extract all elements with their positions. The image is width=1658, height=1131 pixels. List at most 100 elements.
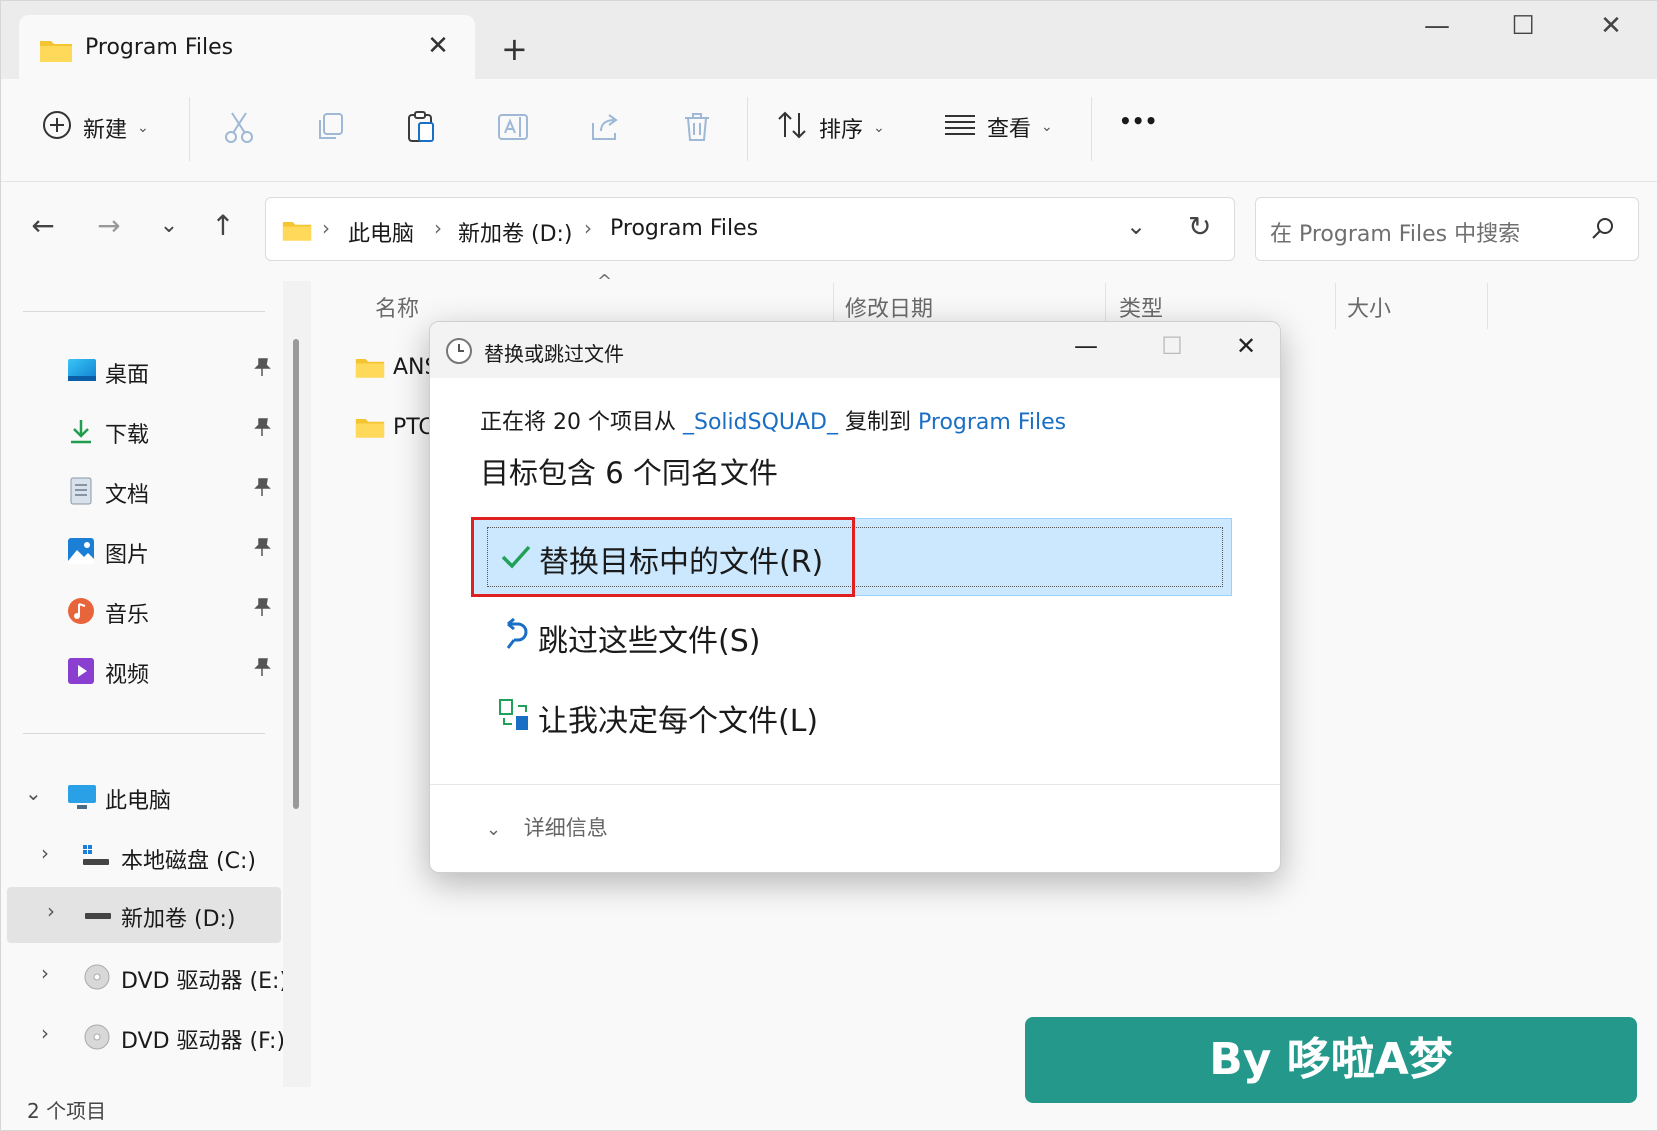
destination-link[interactable]: Program Files [918, 410, 1066, 435]
dvd-drive-icon [83, 1023, 111, 1051]
delete-icon[interactable] [679, 109, 719, 149]
command-bar: 新建 ⌄ 排序 ⌄ 查看 ⌄ ••• [1, 79, 1657, 182]
pin-icon [253, 657, 271, 682]
sidebar-item-drive-d[interactable]: › 新加卷 (D:) [7, 887, 281, 943]
sidebar-item-label: DVD 驱动器 (F:) [121, 1029, 286, 1054]
pin-icon [253, 357, 271, 382]
sort-indicator-icon: ^ [597, 271, 613, 292]
copy-prefix: 正在将 20 个项目从 [480, 410, 676, 435]
breadcrumb-separator: › [584, 216, 592, 240]
column-header-type[interactable]: 类型 [1119, 291, 1163, 323]
back-arrow-icon[interactable]: ← [23, 209, 63, 242]
column-divider[interactable] [1487, 283, 1488, 329]
status-item-count: 2 个项目 [27, 1099, 107, 1123]
new-tab-button[interactable]: + [501, 29, 528, 69]
dvd-drive-icon [83, 963, 111, 991]
breadcrumb-separator: › [322, 216, 330, 240]
up-arrow-icon[interactable]: ↑ [203, 209, 243, 242]
toolbar-divider [747, 97, 748, 161]
source-link[interactable]: _SolidSQUAD_ [683, 410, 838, 435]
new-button[interactable]: 新建 ⌄ [41, 109, 149, 147]
dialog-minimize-button[interactable]: — [1056, 332, 1116, 360]
video-icon [67, 657, 95, 685]
view-list-icon [943, 109, 977, 145]
sidebar-item-downloads[interactable]: 下载 [1, 403, 281, 459]
skip-files-option[interactable]: 跳过这些文件(S) [480, 598, 1240, 676]
sidebar-item-drive-c[interactable]: › 本地磁盘 (C:) [1, 829, 281, 885]
search-box[interactable]: 在 Program Files 中搜索 [1255, 197, 1639, 261]
expand-chevron-icon[interactable]: › [41, 961, 49, 985]
dialog-divider [430, 784, 1280, 785]
copy-mid: 复制到 [844, 410, 911, 435]
expand-chevron-icon[interactable]: › [41, 1021, 49, 1045]
sort-button[interactable]: 排序 ⌄ [775, 109, 885, 147]
maximize-button[interactable]: ☐ [1493, 11, 1553, 41]
folder-icon [355, 355, 385, 385]
refresh-icon[interactable]: ↻ [1188, 210, 1211, 243]
sidebar-item-music[interactable]: 音乐 [1, 583, 281, 639]
column-header-size[interactable]: 大小 [1347, 291, 1391, 323]
sidebar-item-this-pc[interactable]: ⌄ 此电脑 [1, 769, 281, 825]
chevron-down-icon: ⌄ [137, 120, 149, 136]
option-label: 跳过这些文件(S) [538, 624, 761, 659]
sidebar-item-label: 下载 [105, 423, 150, 448]
expand-chevron-icon[interactable]: › [41, 841, 49, 865]
expand-chevron-icon[interactable]: › [47, 899, 55, 923]
decide-each-file-option[interactable]: 让我决定每个文件(L) [480, 678, 1240, 756]
rename-icon[interactable] [495, 109, 535, 149]
close-window-button[interactable]: ✕ [1581, 11, 1641, 41]
tab-program-files[interactable]: Program Files ✕ [19, 15, 475, 79]
sidebar-item-drive-f[interactable]: › DVD 驱动器 (F:) [1, 1009, 285, 1065]
pin-icon [253, 417, 271, 442]
cut-icon[interactable] [221, 109, 261, 149]
share-icon[interactable] [587, 109, 627, 149]
sidebar-scrollbar-thumb[interactable] [293, 339, 299, 809]
sidebar-item-label: 文档 [105, 483, 150, 508]
folder-icon [355, 415, 385, 445]
undo-arrow-icon [498, 617, 532, 652]
chevron-down-icon: ⌄ [486, 819, 502, 840]
sidebar-item-videos[interactable]: 视频 [1, 643, 281, 699]
recent-locations-icon[interactable]: ⌄ [149, 213, 189, 238]
collapse-chevron-icon[interactable]: ⌄ [25, 781, 42, 805]
computer-icon [67, 783, 96, 811]
new-label: 新建 [83, 118, 128, 143]
file-name: PTC [393, 415, 434, 440]
sidebar-item-drive-e[interactable]: › DVD 驱动器 (E:) [1, 949, 288, 1005]
address-dropdown-icon[interactable]: ⌄ [1126, 212, 1146, 240]
column-divider[interactable] [1335, 283, 1336, 329]
forward-arrow-icon[interactable]: → [89, 209, 129, 242]
drive-icon [83, 901, 111, 929]
minimize-button[interactable]: — [1407, 11, 1467, 41]
breadcrumb-drive-d[interactable]: 新加卷 (D:) [458, 216, 573, 248]
watermark-text: By 哆啦A梦 [1209, 1034, 1453, 1085]
sidebar-item-pictures[interactable]: 图片 [1, 523, 281, 579]
breadcrumb-this-pc[interactable]: 此电脑 [348, 216, 414, 248]
system-drive-icon [81, 843, 109, 871]
highlight-annotation [471, 517, 855, 597]
pin-icon [253, 597, 271, 622]
dialog-title-bar: 替换或跳过文件 — ☐ ✕ [430, 322, 1280, 378]
column-header-modified[interactable]: 修改日期 [845, 291, 933, 323]
copy-icon[interactable] [313, 109, 353, 149]
breadcrumb-program-files[interactable]: Program Files [610, 216, 758, 241]
paste-icon[interactable] [403, 109, 443, 149]
search-input[interactable]: 在 Program Files 中搜索 [1270, 216, 1520, 248]
sidebar-item-label: 图片 [105, 543, 150, 568]
view-button[interactable]: 查看 ⌄ [943, 109, 1053, 145]
clock-icon [444, 336, 474, 370]
more-options-button[interactable]: ••• [1119, 109, 1157, 133]
file-explorer-window: Program Files ✕ + — ☐ ✕ 新建 ⌄ 排序 ⌄ 查看 ⌄ •… [0, 0, 1658, 1131]
sidebar-divider [23, 311, 265, 312]
option-label: 让我决定每个文件(L) [538, 704, 819, 739]
dialog-close-button[interactable]: ✕ [1216, 332, 1276, 360]
more-details-toggle[interactable]: ⌄ 详细信息 [486, 812, 608, 842]
address-bar[interactable]: › 此电脑 › 新加卷 (D:) › Program Files ⌄ ↻ [265, 197, 1235, 261]
folder-icon [39, 37, 73, 67]
sidebar-item-documents[interactable]: 文档 [1, 463, 281, 519]
sidebar-item-desktop[interactable]: 桌面 [1, 343, 281, 399]
column-header-name[interactable]: 名称 [375, 291, 419, 323]
plus-circle-icon [41, 109, 73, 147]
tab-close-icon[interactable]: ✕ [421, 31, 455, 61]
copy-progress-line: 正在将 20 个项目从 _SolidSQUAD_ 复制到 Program Fil… [480, 404, 1066, 436]
